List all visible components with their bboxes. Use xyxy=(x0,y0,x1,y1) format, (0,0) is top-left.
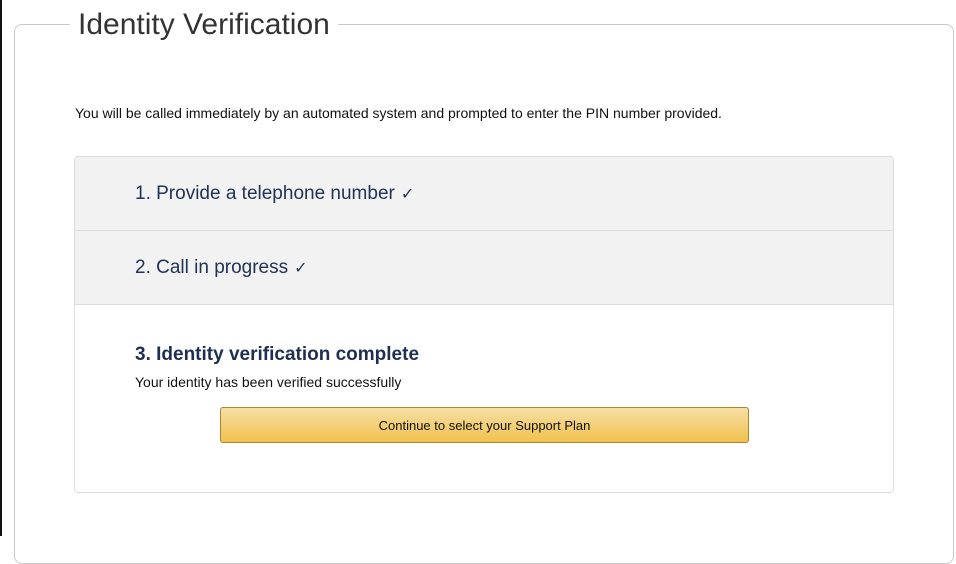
success-message: Your identity has been verified successf… xyxy=(135,374,402,390)
step-call-in-progress: 2. Call in progress ✓ xyxy=(75,231,893,305)
window-edge xyxy=(0,0,2,536)
intro-text: You will be called immediately by an aut… xyxy=(75,105,722,121)
step-provide-phone: 1. Provide a telephone number ✓ xyxy=(75,157,893,231)
step-heading: 3. Identity verification complete xyxy=(135,344,420,365)
checkmark-icon: ✓ xyxy=(294,259,308,277)
verification-steps: 1. Provide a telephone number ✓ 2. Call … xyxy=(74,156,894,493)
panel-title: Identity Verification xyxy=(70,5,338,45)
continue-support-plan-button[interactable]: Continue to select your Support Plan xyxy=(220,407,749,443)
step-label: 1. Provide a telephone number xyxy=(135,182,395,204)
step-label: 2. Call in progress xyxy=(135,256,289,278)
step-verification-complete: 3. Identity verification complete Your i… xyxy=(75,305,893,443)
checkmark-icon: ✓ xyxy=(400,185,415,203)
